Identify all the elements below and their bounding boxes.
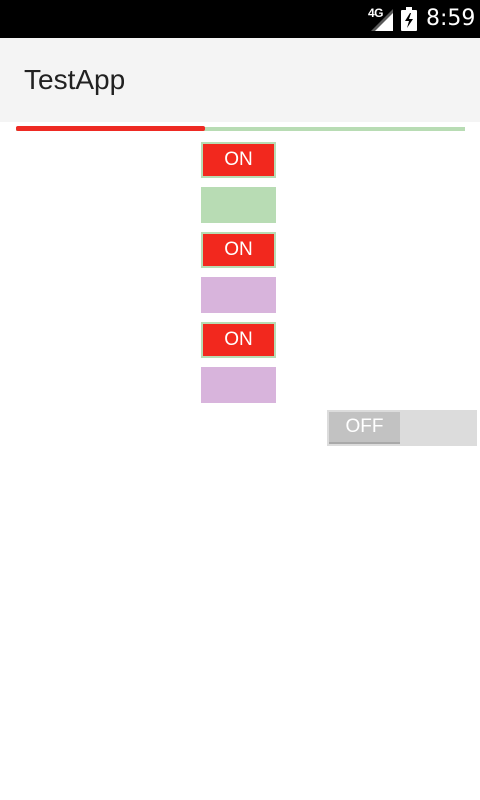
status-bar: 4G 8:59	[0, 0, 480, 38]
signal-strength-icon	[371, 9, 393, 31]
toggle-button-2[interactable]	[201, 187, 276, 223]
switch-thumb[interactable]: OFF	[329, 412, 400, 444]
clock-time: 8:59	[426, 6, 476, 31]
toggle-button-4[interactable]	[201, 277, 276, 313]
progress-bar-fill	[16, 126, 205, 131]
toggle-button-6[interactable]	[201, 367, 276, 403]
toggle-button-3[interactable]: ON	[201, 232, 276, 268]
switch-toggle[interactable]: OFF	[327, 410, 477, 446]
battery-charging-icon	[401, 7, 417, 31]
toggle-button-1[interactable]: ON	[201, 142, 276, 178]
app-title: TestApp	[24, 64, 126, 95]
app-bar: TestApp	[0, 38, 480, 122]
progress-bar	[16, 126, 465, 131]
toggle-button-5[interactable]: ON	[201, 322, 276, 358]
